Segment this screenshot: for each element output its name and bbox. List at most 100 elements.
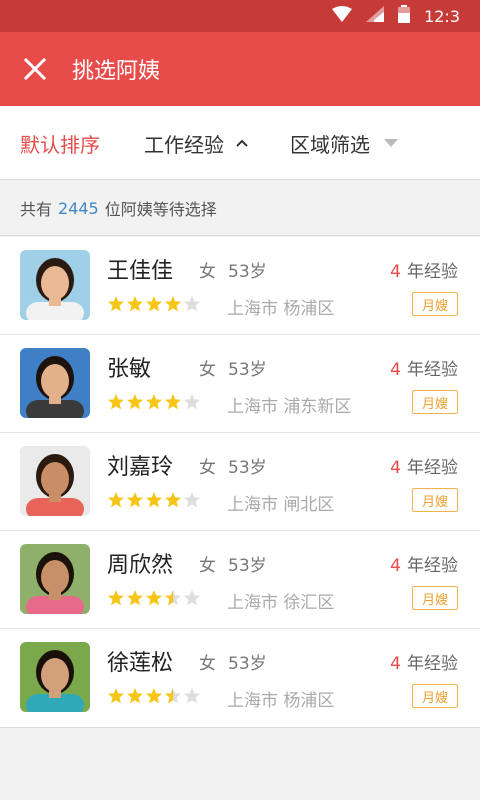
caregiver-gender: 女 — [199, 360, 216, 380]
caregiver-location: 上海市 杨浦区 — [227, 299, 335, 319]
caregiver-row[interactable]: 王佳佳 女 53岁 4 年经验 上海市 杨浦区 月嫂 — [0, 237, 480, 335]
result-count: 2445 — [58, 198, 99, 218]
star-icon — [145, 589, 163, 607]
avatar — [20, 642, 90, 712]
star-icon — [183, 393, 201, 411]
experience-label: 年经验 — [407, 654, 458, 674]
status-bar: 12:3 — [0, 0, 480, 32]
caregiver-row[interactable]: 徐莲松 女 53岁 4 年经验 上海市 杨浦区 月嫂 — [0, 629, 480, 727]
experience-years: 4 — [390, 556, 401, 576]
caregiver-age: 53岁 — [228, 458, 267, 478]
star-icon — [164, 687, 182, 705]
star-icon — [126, 687, 144, 705]
caregiver-experience: 4 年经验 — [390, 355, 458, 380]
caregiver-name: 王佳佳 — [107, 259, 174, 284]
filter-default-sort-label: 默认排序 — [20, 132, 100, 157]
caregiver-experience: 4 年经验 — [390, 453, 458, 478]
star-icon — [126, 491, 144, 509]
star-icon — [107, 491, 125, 509]
app-bar: 挑选阿姨 — [0, 32, 480, 106]
battery-icon — [398, 5, 411, 27]
caregiver-row[interactable]: 张敏 女 53岁 4 年经验 上海市 浦东新区 月嫂 — [0, 335, 480, 433]
filter-experience[interactable]: 工作经验 — [144, 106, 248, 180]
experience-years: 4 — [390, 360, 401, 380]
star-icon — [164, 589, 182, 607]
caregiver-location: 上海市 闸北区 — [227, 495, 335, 515]
caregiver-gender: 女 — [199, 458, 216, 478]
avatar — [20, 544, 90, 614]
experience-label: 年经验 — [407, 556, 458, 576]
caregiver-name: 张敏 — [107, 357, 152, 382]
star-icon — [183, 295, 201, 313]
signal-icon — [366, 6, 385, 26]
chevron-up-icon — [236, 139, 248, 147]
star-icon — [145, 393, 163, 411]
wifi-icon — [332, 6, 353, 26]
caregiver-experience: 4 年经验 — [390, 551, 458, 576]
close-icon — [24, 58, 46, 80]
filter-default-sort[interactable]: 默认排序 — [20, 106, 100, 180]
caregiver-name: 周欣然 — [107, 553, 174, 578]
caregiver-experience: 4 年经验 — [390, 649, 458, 674]
caregiver-gender: 女 — [199, 262, 216, 282]
star-icon — [183, 491, 201, 509]
caregiver-gender: 女 — [199, 556, 216, 576]
avatar — [20, 250, 90, 320]
rating-stars — [107, 491, 202, 509]
filter-bar: 默认排序 工作经验 区域筛选 — [0, 106, 480, 180]
experience-years: 4 — [390, 458, 401, 478]
experience-label: 年经验 — [407, 262, 458, 282]
star-icon — [107, 295, 125, 313]
caregiver-location: 上海市 杨浦区 — [227, 691, 335, 711]
star-icon — [145, 295, 163, 313]
experience-label: 年经验 — [407, 458, 458, 478]
caregiver-list: 王佳佳 女 53岁 4 年经验 上海市 杨浦区 月嫂 张敏 女 53岁 4 年经… — [0, 237, 480, 728]
caregiver-age: 53岁 — [228, 654, 267, 674]
star-icon — [145, 491, 163, 509]
caregiver-row[interactable]: 刘嘉玲 女 53岁 4 年经验 上海市 闸北区 月嫂 — [0, 433, 480, 531]
star-icon — [164, 393, 182, 411]
summary-prefix: 共有 — [20, 200, 53, 219]
avatar — [20, 446, 90, 516]
summary-suffix: 位阿姨等待选择 — [104, 200, 217, 219]
star-icon — [126, 295, 144, 313]
experience-years: 4 — [390, 654, 401, 674]
experience-years: 4 — [390, 262, 401, 282]
star-icon — [145, 687, 163, 705]
filter-area-label: 区域筛选 — [290, 132, 370, 157]
caregiver-name: 刘嘉玲 — [107, 455, 174, 480]
role-badge: 月嫂 — [412, 390, 458, 414]
experience-label: 年经验 — [407, 360, 458, 380]
rating-stars — [107, 295, 202, 313]
rating-stars — [107, 393, 202, 411]
star-icon — [107, 393, 125, 411]
caregiver-gender: 女 — [199, 654, 216, 674]
close-button[interactable] — [0, 32, 70, 106]
caregiver-age: 53岁 — [228, 262, 267, 282]
star-icon — [164, 491, 182, 509]
star-icon — [126, 589, 144, 607]
caregiver-location: 上海市 浦东新区 — [227, 397, 352, 417]
star-icon — [164, 295, 182, 313]
star-icon — [126, 393, 144, 411]
role-badge: 月嫂 — [412, 684, 458, 708]
star-icon — [107, 687, 125, 705]
caregiver-row[interactable]: 周欣然 女 53岁 4 年经验 上海市 徐汇区 月嫂 — [0, 531, 480, 629]
avatar — [20, 348, 90, 418]
star-icon — [183, 687, 201, 705]
caregiver-location: 上海市 徐汇区 — [227, 593, 335, 613]
role-badge: 月嫂 — [412, 292, 458, 316]
star-icon — [107, 589, 125, 607]
rating-stars — [107, 687, 202, 705]
result-summary: 共有 2445 位阿姨等待选择 — [0, 181, 480, 236]
caregiver-experience: 4 年经验 — [390, 257, 458, 282]
caregiver-age: 53岁 — [228, 556, 267, 576]
role-badge: 月嫂 — [412, 488, 458, 512]
rating-stars — [107, 589, 202, 607]
caregiver-name: 徐莲松 — [107, 651, 174, 676]
role-badge: 月嫂 — [412, 586, 458, 610]
filter-area[interactable]: 区域筛选 — [290, 106, 398, 180]
caregiver-age: 53岁 — [228, 360, 267, 380]
filter-experience-label: 工作经验 — [144, 132, 224, 157]
triangle-down-icon — [384, 139, 398, 147]
